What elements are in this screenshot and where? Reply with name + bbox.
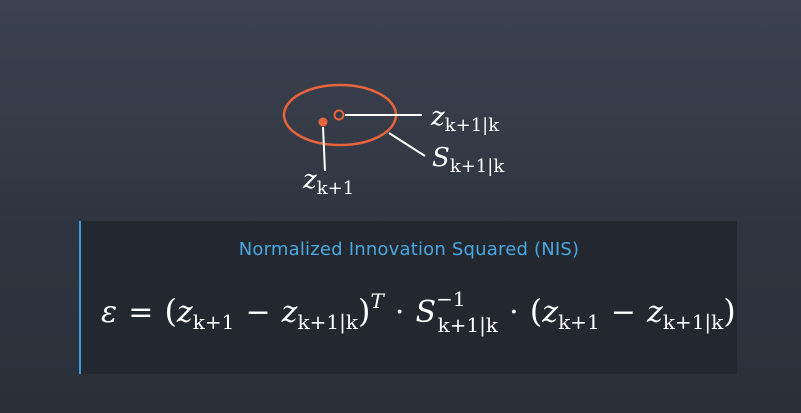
covariance-label: Sk+1|k	[432, 143, 505, 177]
nis-panel: Normalized Innovation Squared (NIS) ε = …	[79, 221, 737, 374]
measurement-label: zk+1	[302, 165, 354, 199]
covariance-leader-line	[388, 132, 426, 157]
prediction-label: zk+1|k	[430, 102, 500, 136]
formula-line: ε = (zk+1 − zk+1|k)T · S−1 k+1|k · (zk+1 …	[101, 287, 736, 338]
nis-formula: ε = (zk+1 − zk+1|k)T · S−1 k+1|k · (zk+1 …	[101, 287, 736, 338]
measurement-leader-line	[322, 126, 326, 172]
predicted-measurement-marker	[333, 109, 345, 121]
actual-measurement-marker	[318, 117, 328, 127]
